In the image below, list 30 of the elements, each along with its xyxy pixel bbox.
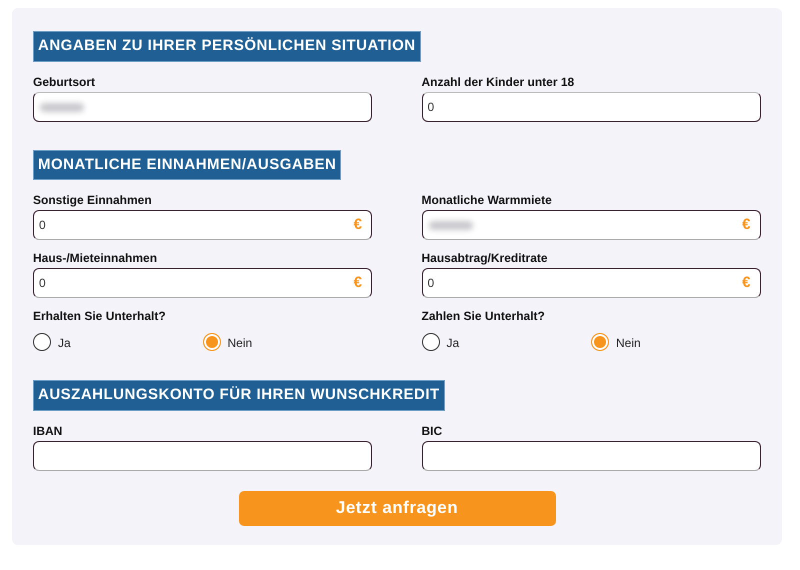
field-label: Haus-/Mieteinnahmen — [33, 251, 158, 265]
question-label: Zahlen Sie Unterhalt? — [422, 309, 546, 323]
section-heading: AUSZAHLUNGSKONTO FÜR IHREN WUNSCHKREDIT — [33, 380, 445, 410]
blurred-value — [428, 221, 472, 230]
euro-icon: € — [742, 214, 750, 236]
input-field[interactable] — [33, 92, 372, 122]
input-field[interactable]: 0 € — [33, 268, 372, 298]
section-heading: ANGABEN ZU IHRER PERSÖNLICHEN SITUATION — [33, 31, 421, 62]
field-label: Sonstige Einnahmen — [33, 193, 153, 207]
section-heading: MONATLICHE EINNAHMEN/AUSGABEN — [33, 150, 342, 180]
input-field[interactable] — [422, 440, 760, 470]
input-field[interactable]: 0 € — [33, 210, 372, 240]
blurred-value — [40, 102, 84, 112]
field-label: BIC — [422, 424, 444, 438]
radio-option[interactable]: Ja — [33, 331, 202, 352]
question-label: Erhalten Sie Unterhalt? — [33, 309, 167, 323]
radio-option[interactable]: Ja — [422, 331, 591, 352]
euro-icon: € — [742, 272, 750, 294]
radio-option[interactable]: Nein — [202, 331, 372, 352]
input-field[interactable] — [33, 440, 372, 470]
field-label: Hausabtrag/Kreditrate — [422, 251, 549, 265]
euro-icon: € — [354, 272, 362, 294]
input-field[interactable]: 0 — [422, 92, 760, 122]
radio-option[interactable]: Nein — [591, 331, 760, 352]
field-label: Anzahl der Kinder unter 18 — [422, 74, 576, 88]
euro-icon: € — [354, 214, 362, 236]
field-label: Geburtsort — [33, 74, 96, 88]
input-field[interactable]: 0 € — [422, 268, 760, 298]
field-label: IBAN — [33, 424, 64, 438]
field-label: Monatliche Warmmiete — [422, 193, 553, 207]
